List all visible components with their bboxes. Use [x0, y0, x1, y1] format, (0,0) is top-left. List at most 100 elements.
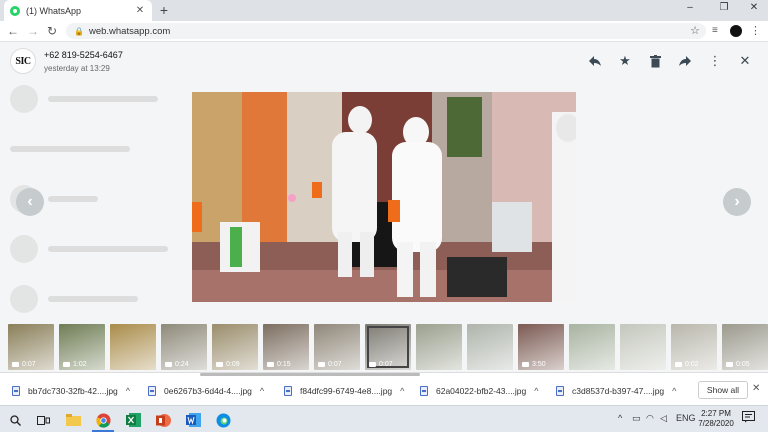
thumbnail-active[interactable]: 0:07 — [365, 324, 411, 370]
thumbnail[interactable]: 0:24 — [161, 324, 207, 370]
image-file-icon — [420, 386, 428, 396]
video-camera-icon — [267, 362, 274, 367]
image-file-icon — [284, 386, 292, 396]
download-item[interactable]: 62a04022-bfb2-43....jpg ^ — [420, 384, 539, 398]
task-view-icon[interactable] — [34, 411, 52, 429]
previous-media-button[interactable]: ‹ — [16, 188, 44, 216]
sender-avatar[interactable]: SIC — [10, 48, 36, 74]
url-text: web.whatsapp.com — [88, 25, 171, 37]
video-duration-text: 0:05 — [736, 361, 750, 368]
powerpoint-icon[interactable] — [154, 411, 172, 429]
reload-button[interactable]: ↻ — [45, 24, 59, 38]
notification-center-icon[interactable] — [742, 411, 755, 425]
chevron-up-icon[interactable]: ^ — [260, 386, 264, 396]
profile-avatar[interactable] — [730, 25, 742, 37]
more-vertical-icon[interactable]: ⋮ — [706, 52, 724, 70]
chevron-up-icon[interactable]: ^ — [534, 386, 538, 396]
thumbnail[interactable] — [110, 324, 156, 370]
download-bar-close-icon[interactable]: ✕ — [752, 383, 760, 394]
chevron-up-icon[interactable]: ^ — [126, 386, 130, 396]
video-camera-icon — [522, 362, 529, 367]
video-duration-text: 0:15 — [277, 361, 291, 368]
window-close-button[interactable]: ✕ — [740, 2, 768, 13]
show-hidden-icons-icon[interactable]: ^ — [618, 413, 622, 423]
thumbnail[interactable]: 0:05 — [722, 324, 768, 370]
back-button[interactable]: ← — [6, 24, 20, 38]
thumbnail[interactable] — [416, 324, 462, 370]
video-camera-icon — [63, 362, 70, 367]
star-icon[interactable]: ★ — [616, 52, 634, 70]
video-camera-icon — [369, 362, 376, 367]
video-duration: 0:07 — [369, 361, 393, 368]
chevron-up-icon[interactable]: ^ — [672, 386, 676, 396]
video-camera-icon — [216, 362, 223, 367]
file-explorer-icon[interactable] — [64, 411, 82, 429]
thumbnail[interactable] — [620, 324, 666, 370]
clock-date: 7/28/2020 — [698, 419, 734, 428]
reading-list-icon[interactable]: ≡ — [712, 25, 718, 36]
download-filename: 0e6267b3-6d4d-4....jpg — [164, 386, 252, 396]
download-item[interactable]: bb7dc730-32fb-42....jpg ^ — [12, 384, 130, 398]
video-duration: 0:09 — [216, 361, 240, 368]
reply-icon[interactable] — [586, 52, 604, 70]
browser-menu-icon[interactable]: ⋮ — [750, 24, 761, 37]
sender-name: +62 819-5254-6467 — [44, 50, 123, 60]
thumbnail[interactable]: 0:07 — [314, 324, 360, 370]
forward-button[interactable]: → — [26, 24, 40, 38]
address-bar[interactable]: 🔒 web.whatsapp.com ☆ — [66, 23, 706, 39]
thumbnail[interactable] — [569, 324, 615, 370]
image-file-icon — [556, 386, 564, 396]
chevron-up-icon[interactable]: ^ — [400, 386, 404, 396]
next-media-button[interactable]: › — [723, 188, 751, 216]
browser-toolbar: ← → ↻ 🔒 web.whatsapp.com ☆ ≡ ⋮ — [0, 21, 768, 42]
close-icon[interactable]: ✕ — [736, 52, 754, 70]
download-item[interactable]: f84dfc99-6749-4e8....jpg ^ — [284, 384, 404, 398]
clock-time: 2:27 PM — [701, 409, 731, 418]
trash-icon[interactable] — [646, 52, 664, 70]
battery-icon[interactable]: ▭ — [632, 413, 641, 424]
image-file-icon — [12, 386, 20, 396]
chrome-icon[interactable] — [94, 411, 112, 429]
video-camera-icon — [318, 362, 325, 367]
video-camera-icon — [726, 362, 733, 367]
thumbnail[interactable]: 0:15 — [263, 324, 309, 370]
video-duration-text: 0:24 — [175, 361, 189, 368]
download-filename: bb7dc730-32fb-42....jpg — [28, 386, 118, 396]
taskbar-clock[interactable]: 2:27 PM 7/28/2020 — [694, 409, 738, 429]
bookmark-star-icon[interactable]: ☆ — [690, 24, 700, 37]
forward-icon[interactable] — [676, 52, 694, 70]
wifi-icon[interactable]: ◠ — [646, 413, 654, 424]
minimize-button[interactable]: – — [676, 2, 704, 13]
download-item[interactable]: c3d8537d-b397-47....jpg ^ — [556, 384, 676, 398]
video-camera-icon — [675, 362, 682, 367]
tab-close-icon[interactable]: ✕ — [134, 5, 146, 16]
show-all-downloads-button[interactable]: Show all — [698, 381, 748, 399]
video-duration: 0:05 — [726, 361, 750, 368]
sender-timestamp: yesterday at 13:29 — [44, 64, 110, 73]
thumbnail[interactable]: 3:50 — [518, 324, 564, 370]
new-tab-button[interactable]: + — [156, 2, 172, 18]
volume-icon[interactable]: ◁ — [660, 413, 667, 424]
video-duration: 0:07 — [12, 361, 36, 368]
tab-whatsapp[interactable]: (1) WhatsApp ✕ — [4, 0, 152, 21]
download-filename: 62a04022-bfb2-43....jpg — [436, 386, 527, 396]
thumbnail[interactable] — [467, 324, 513, 370]
thumbnail[interactable]: 0:09 — [212, 324, 258, 370]
word-icon[interactable] — [184, 411, 202, 429]
language-indicator[interactable]: ENG — [676, 413, 696, 423]
thumbnail[interactable]: 1:02 — [59, 324, 105, 370]
main-photo — [192, 92, 576, 302]
thumbnail[interactable]: 0:02 — [671, 324, 717, 370]
video-duration-text: 0:07 — [22, 361, 36, 368]
edge-icon[interactable] — [214, 411, 232, 429]
excel-icon[interactable] — [124, 411, 142, 429]
search-icon[interactable] — [6, 411, 24, 429]
download-item[interactable]: 0e6267b3-6d4d-4....jpg ^ — [148, 384, 264, 398]
download-scrollbar[interactable] — [200, 373, 420, 376]
sender-avatar-logo: SIC — [15, 55, 31, 67]
maximize-button[interactable]: ❐ — [710, 2, 738, 13]
thumbnail[interactable]: 0:07 — [8, 324, 54, 370]
video-duration-text: 0:02 — [685, 361, 699, 368]
browser-tab-bar: (1) WhatsApp ✕ + – ❐ ✕ — [0, 0, 768, 21]
tab-title: (1) WhatsApp — [26, 5, 82, 16]
